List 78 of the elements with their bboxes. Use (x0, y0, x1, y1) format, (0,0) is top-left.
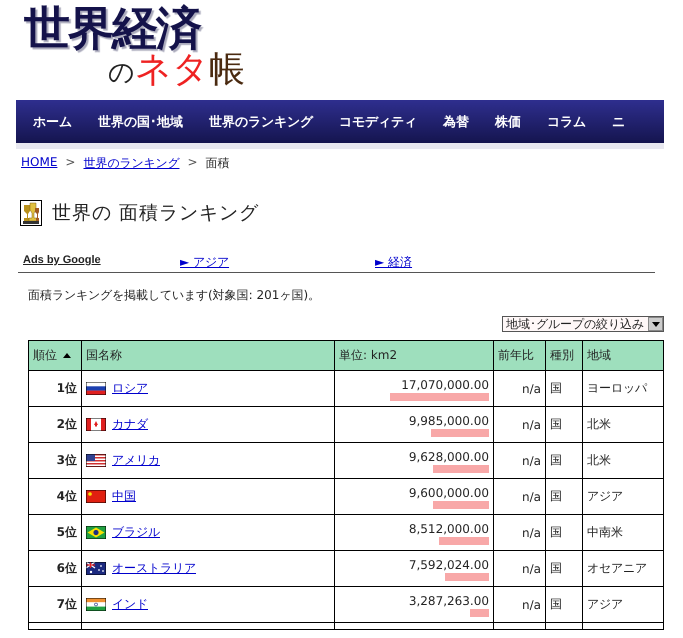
change-cell: n/a (494, 478, 546, 514)
page-title: 世界の 面積ランキング (52, 201, 260, 226)
area-value: 3,287,263.00 (408, 592, 489, 608)
type-cell: 国 (546, 442, 582, 478)
change-cell: n/a (494, 370, 546, 406)
nav-link[interactable]: 為替 (443, 112, 469, 130)
rank-cell: 4位 (28, 478, 82, 514)
rank-cell: 7位 (28, 586, 82, 622)
flag-icon (86, 454, 106, 467)
breadcrumb-separator: > (65, 155, 76, 171)
area-value: 9,600,000.00 (408, 484, 489, 500)
change-cell: n/a (494, 442, 546, 478)
change-cell: n/a (494, 586, 546, 622)
rank-cell: 5位 (28, 514, 82, 550)
region-cell: ヨーロッパ (582, 370, 664, 406)
region-filter-dropdown[interactable]: 地域･グループの絞り込み (502, 316, 664, 332)
flag-icon (86, 562, 106, 575)
breadcrumb-link[interactable]: 世界のランキング (83, 155, 180, 172)
change-cell: n/a (494, 406, 546, 442)
country-link[interactable]: 中国 (112, 489, 136, 503)
region-cell: アジア (582, 478, 664, 514)
type-cell: 国 (546, 478, 582, 514)
breadcrumb-link[interactable]: HOME (21, 155, 58, 172)
region-cell: オセアニア (582, 550, 664, 586)
column-header[interactable]: 前年比 (494, 340, 546, 370)
type-cell: 国 (546, 406, 582, 442)
column-header[interactable]: 単位: km2 (334, 340, 494, 370)
region-cell: 中南米 (582, 514, 664, 550)
type-cell: 国 (546, 514, 582, 550)
column-header[interactable]: 種別 (546, 340, 582, 370)
area-value: 9,628,000.00 (408, 448, 489, 464)
type-cell: 国 (546, 550, 582, 586)
type-cell: 国 (546, 370, 582, 406)
country-link[interactable]: オーストラリア (112, 561, 196, 575)
ads-label: Ads by Google (23, 254, 102, 268)
rank-cell: 2位 (28, 406, 82, 442)
country-link[interactable]: インド (112, 597, 148, 611)
country-link[interactable]: カナダ (112, 417, 148, 431)
breadcrumb-separator: > (187, 155, 198, 171)
rank-cell: 1位 (28, 370, 82, 406)
nav-link[interactable]: ニ (612, 112, 625, 130)
rank-cell: 3位 (28, 442, 82, 478)
nav-link[interactable]: 株価 (495, 112, 521, 130)
flag-icon (86, 490, 106, 503)
column-header[interactable]: 国名称 (82, 340, 334, 370)
trophy-icon (20, 200, 42, 226)
ad-link[interactable]: ► 経済 (375, 254, 570, 271)
nav-link[interactable]: 世界の国･地域 (98, 112, 183, 130)
ad-link[interactable]: ► アジア (180, 254, 375, 271)
column-header[interactable]: 地域 (582, 340, 664, 370)
nav-link[interactable]: ホーム (33, 112, 72, 130)
change-cell: n/a (494, 514, 546, 550)
region-cell: 北米 (582, 406, 664, 442)
nav-link[interactable]: コラム (547, 112, 586, 130)
flag-icon (86, 526, 106, 539)
area-value: 9,985,000.00 (408, 412, 489, 428)
change-cell: n/a (494, 550, 546, 586)
region-cell: 北米 (582, 442, 664, 478)
flag-icon (86, 382, 106, 395)
column-header[interactable]: 順位 (28, 340, 82, 370)
type-cell: 国 (546, 586, 582, 622)
area-value: 7,592,024.00 (408, 556, 489, 572)
sort-ascending-icon (63, 353, 71, 358)
country-link[interactable]: アメリカ (112, 453, 160, 467)
area-value: 8,512,000.00 (408, 520, 489, 536)
nav-link[interactable]: コモディティ (339, 112, 417, 130)
flag-icon (86, 598, 106, 611)
logo-text: 帳 (209, 49, 245, 90)
flag-icon (86, 418, 106, 431)
rank-cell: 6位 (28, 550, 82, 586)
nav-link[interactable]: 世界のランキング (209, 112, 313, 130)
country-link[interactable]: ロシア (112, 381, 148, 395)
breadcrumb-current: 面積 (206, 155, 230, 172)
country-link[interactable]: ブラジル (112, 525, 160, 539)
area-value: 17,070,000.00 (400, 376, 489, 392)
intro-text: 面積ランキングを掲載しています(対象国: 201ヶ国)。 (28, 287, 322, 304)
region-cell: アジア (582, 586, 664, 622)
logo-text: の (108, 58, 135, 88)
